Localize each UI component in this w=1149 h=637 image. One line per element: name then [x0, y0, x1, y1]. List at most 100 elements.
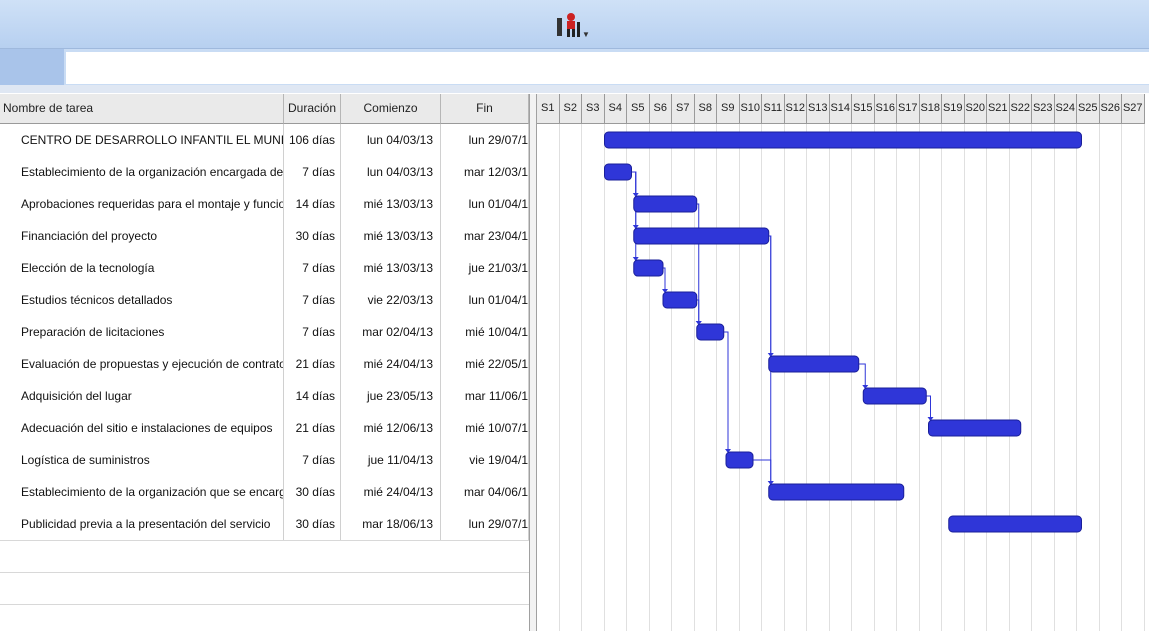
- task-end-cell[interactable]: mié 10/04/1: [441, 316, 529, 348]
- task-end-cell[interactable]: mié 22/05/1: [441, 348, 529, 380]
- task-name-cell[interactable]: Adquisición del lugar: [0, 380, 284, 412]
- task-name-cell[interactable]: Establecimiento de la organización que s…: [0, 476, 284, 508]
- task-start-cell[interactable]: mié 24/04/13: [341, 476, 441, 508]
- task-end-cell[interactable]: lun 01/04/1: [441, 284, 529, 316]
- gantt-bar[interactable]: [725, 451, 754, 469]
- gantt-bar[interactable]: [928, 419, 1022, 437]
- task-name-cell[interactable]: Logística de suministros: [0, 444, 284, 476]
- entry-bar-label: [0, 49, 64, 85]
- task-row[interactable]: Adecuación del sitio e instalaciones de …: [0, 412, 529, 444]
- task-duration-cell[interactable]: 7 días: [284, 284, 341, 316]
- task-row[interactable]: Publicidad previa a la presentación del …: [0, 508, 529, 540]
- gantt-bars: [604, 131, 1082, 533]
- task-table: Nombre de tarea Duración Comienzo Fin CE…: [0, 94, 529, 631]
- dependency-link[interactable]: [723, 331, 729, 453]
- task-start-cell[interactable]: mié 13/03/13: [341, 252, 441, 284]
- task-duration-cell[interactable]: 106 días: [284, 124, 341, 156]
- task-start-cell[interactable]: mar 18/06/13: [341, 508, 441, 540]
- task-duration-cell[interactable]: 7 días: [284, 252, 341, 284]
- gantt-bar[interactable]: [633, 195, 698, 213]
- empty-row[interactable]: [0, 572, 529, 605]
- task-name-cell[interactable]: Financiación del proyecto: [0, 220, 284, 252]
- task-start-cell[interactable]: mié 13/03/13: [341, 220, 441, 252]
- column-header-start[interactable]: Comienzo: [341, 94, 441, 124]
- task-row[interactable]: Establecimiento de la organización que s…: [0, 476, 529, 508]
- gantt-bar[interactable]: [948, 515, 1082, 533]
- task-end-cell[interactable]: jue 21/03/1: [441, 252, 529, 284]
- gantt-bar[interactable]: [696, 323, 725, 341]
- column-header-duration-label: Duración: [287, 101, 337, 115]
- task-start-cell[interactable]: mar 02/04/13: [341, 316, 441, 348]
- task-name-cell[interactable]: CENTRO DE DESARROLLO INFANTIL EL MUNDO D…: [0, 124, 284, 156]
- pane-splitter[interactable]: [529, 94, 537, 631]
- empty-row[interactable]: [0, 540, 529, 573]
- task-end-cell[interactable]: mar 11/06/1: [441, 380, 529, 412]
- empty-row[interactable]: [0, 604, 529, 637]
- task-row[interactable]: Evaluación de propuestas y ejecución de …: [0, 348, 529, 380]
- ruler: [0, 85, 1149, 93]
- task-duration-cell[interactable]: 30 días: [284, 220, 341, 252]
- dependency-link[interactable]: [696, 203, 700, 325]
- task-name-cell[interactable]: Adecuación del sitio e instalaciones de …: [0, 412, 284, 444]
- task-start-cell[interactable]: jue 23/05/13: [341, 380, 441, 412]
- task-row[interactable]: Aprobaciones requeridas para el montaje …: [0, 188, 529, 220]
- toolbar: ▼: [0, 0, 1149, 49]
- task-name-cell[interactable]: Aprobaciones requeridas para el montaje …: [0, 188, 284, 220]
- task-row[interactable]: Financiación del proyecto 30 días mié 13/0…: [0, 220, 529, 252]
- task-duration-cell[interactable]: 21 días: [284, 412, 341, 444]
- column-header-name-label: Nombre de tarea: [3, 101, 94, 115]
- gantt-bar[interactable]: [662, 291, 698, 309]
- task-duration-cell[interactable]: 7 días: [284, 316, 341, 348]
- column-header-end[interactable]: Fin: [441, 94, 529, 124]
- task-end-cell[interactable]: mié 10/07/1: [441, 412, 529, 444]
- task-name-cell[interactable]: Establecimiento de la organización encar…: [0, 156, 284, 188]
- task-start-cell[interactable]: mié 12/06/13: [341, 412, 441, 444]
- task-row[interactable]: Logística de suministros 7 días jue 11/04/…: [0, 444, 529, 476]
- entry-bar: [0, 49, 1149, 85]
- gantt-bar[interactable]: [604, 131, 1082, 149]
- gantt-bar[interactable]: [633, 259, 664, 277]
- gantt-bar[interactable]: [768, 355, 860, 373]
- task-end-cell[interactable]: vie 19/04/1: [441, 444, 529, 476]
- task-name-cell[interactable]: Elección de la tecnología: [0, 252, 284, 284]
- task-start-cell[interactable]: jue 11/04/13: [341, 444, 441, 476]
- task-row[interactable]: Establecimiento de la organización encar…: [0, 156, 529, 188]
- task-end-cell[interactable]: lun 29/07/1: [441, 508, 529, 540]
- task-start-cell[interactable]: mié 13/03/13: [341, 188, 441, 220]
- task-name-cell[interactable]: Evaluación de propuestas y ejecución de …: [0, 348, 284, 380]
- task-end-cell[interactable]: mar 04/06/1: [441, 476, 529, 508]
- task-row[interactable]: Estudios técnicos detallados 7 días vie 22…: [0, 284, 529, 316]
- task-start-cell[interactable]: lun 04/03/13: [341, 124, 441, 156]
- task-name-cell[interactable]: Preparación de licitaciones: [0, 316, 284, 348]
- task-name-cell[interactable]: Publicidad previa a la presentación del …: [0, 508, 284, 540]
- dependency-link[interactable]: [631, 171, 637, 261]
- task-duration-cell[interactable]: 7 días: [284, 444, 341, 476]
- task-end-cell[interactable]: lun 01/04/1: [441, 188, 529, 220]
- gantt-bar[interactable]: [633, 227, 770, 245]
- column-header-name[interactable]: Nombre de tarea: [0, 94, 284, 124]
- gantt-bar[interactable]: [768, 483, 905, 501]
- task-end-cell[interactable]: mar 12/03/1: [441, 156, 529, 188]
- task-duration-cell[interactable]: 30 días: [284, 476, 341, 508]
- task-start-cell[interactable]: mié 24/04/13: [341, 348, 441, 380]
- gantt-bar[interactable]: [862, 387, 927, 405]
- task-duration-cell[interactable]: 21 días: [284, 348, 341, 380]
- task-duration-cell[interactable]: 30 días: [284, 508, 341, 540]
- column-header-end-label: Fin: [476, 101, 493, 115]
- task-duration-cell[interactable]: 7 días: [284, 156, 341, 188]
- task-name-cell[interactable]: Estudios técnicos detallados: [0, 284, 284, 316]
- task-duration-cell[interactable]: 14 días: [284, 188, 341, 220]
- task-start-cell[interactable]: lun 04/03/13: [341, 156, 441, 188]
- task-row[interactable]: Elección de la tecnología 7 días mié 13/03…: [0, 252, 529, 284]
- task-row[interactable]: Preparación de licitaciones 7 días mar 02/…: [0, 316, 529, 348]
- task-end-cell[interactable]: mar 23/04/1: [441, 220, 529, 252]
- column-header-duration[interactable]: Duración: [284, 94, 341, 124]
- task-row[interactable]: CENTRO DE DESARROLLO INFANTIL EL MUNDO D…: [0, 124, 529, 156]
- task-end-cell[interactable]: lun 29/07/1: [441, 124, 529, 156]
- dropdown-arrow-icon[interactable]: ▼: [582, 30, 590, 39]
- gantt-bar[interactable]: [604, 163, 632, 181]
- task-start-cell[interactable]: vie 22/03/13: [341, 284, 441, 316]
- task-row[interactable]: Adquisición del lugar 14 días jue 23/05/13…: [0, 380, 529, 412]
- entry-input[interactable]: [66, 52, 1149, 84]
- task-duration-cell[interactable]: 14 días: [284, 380, 341, 412]
